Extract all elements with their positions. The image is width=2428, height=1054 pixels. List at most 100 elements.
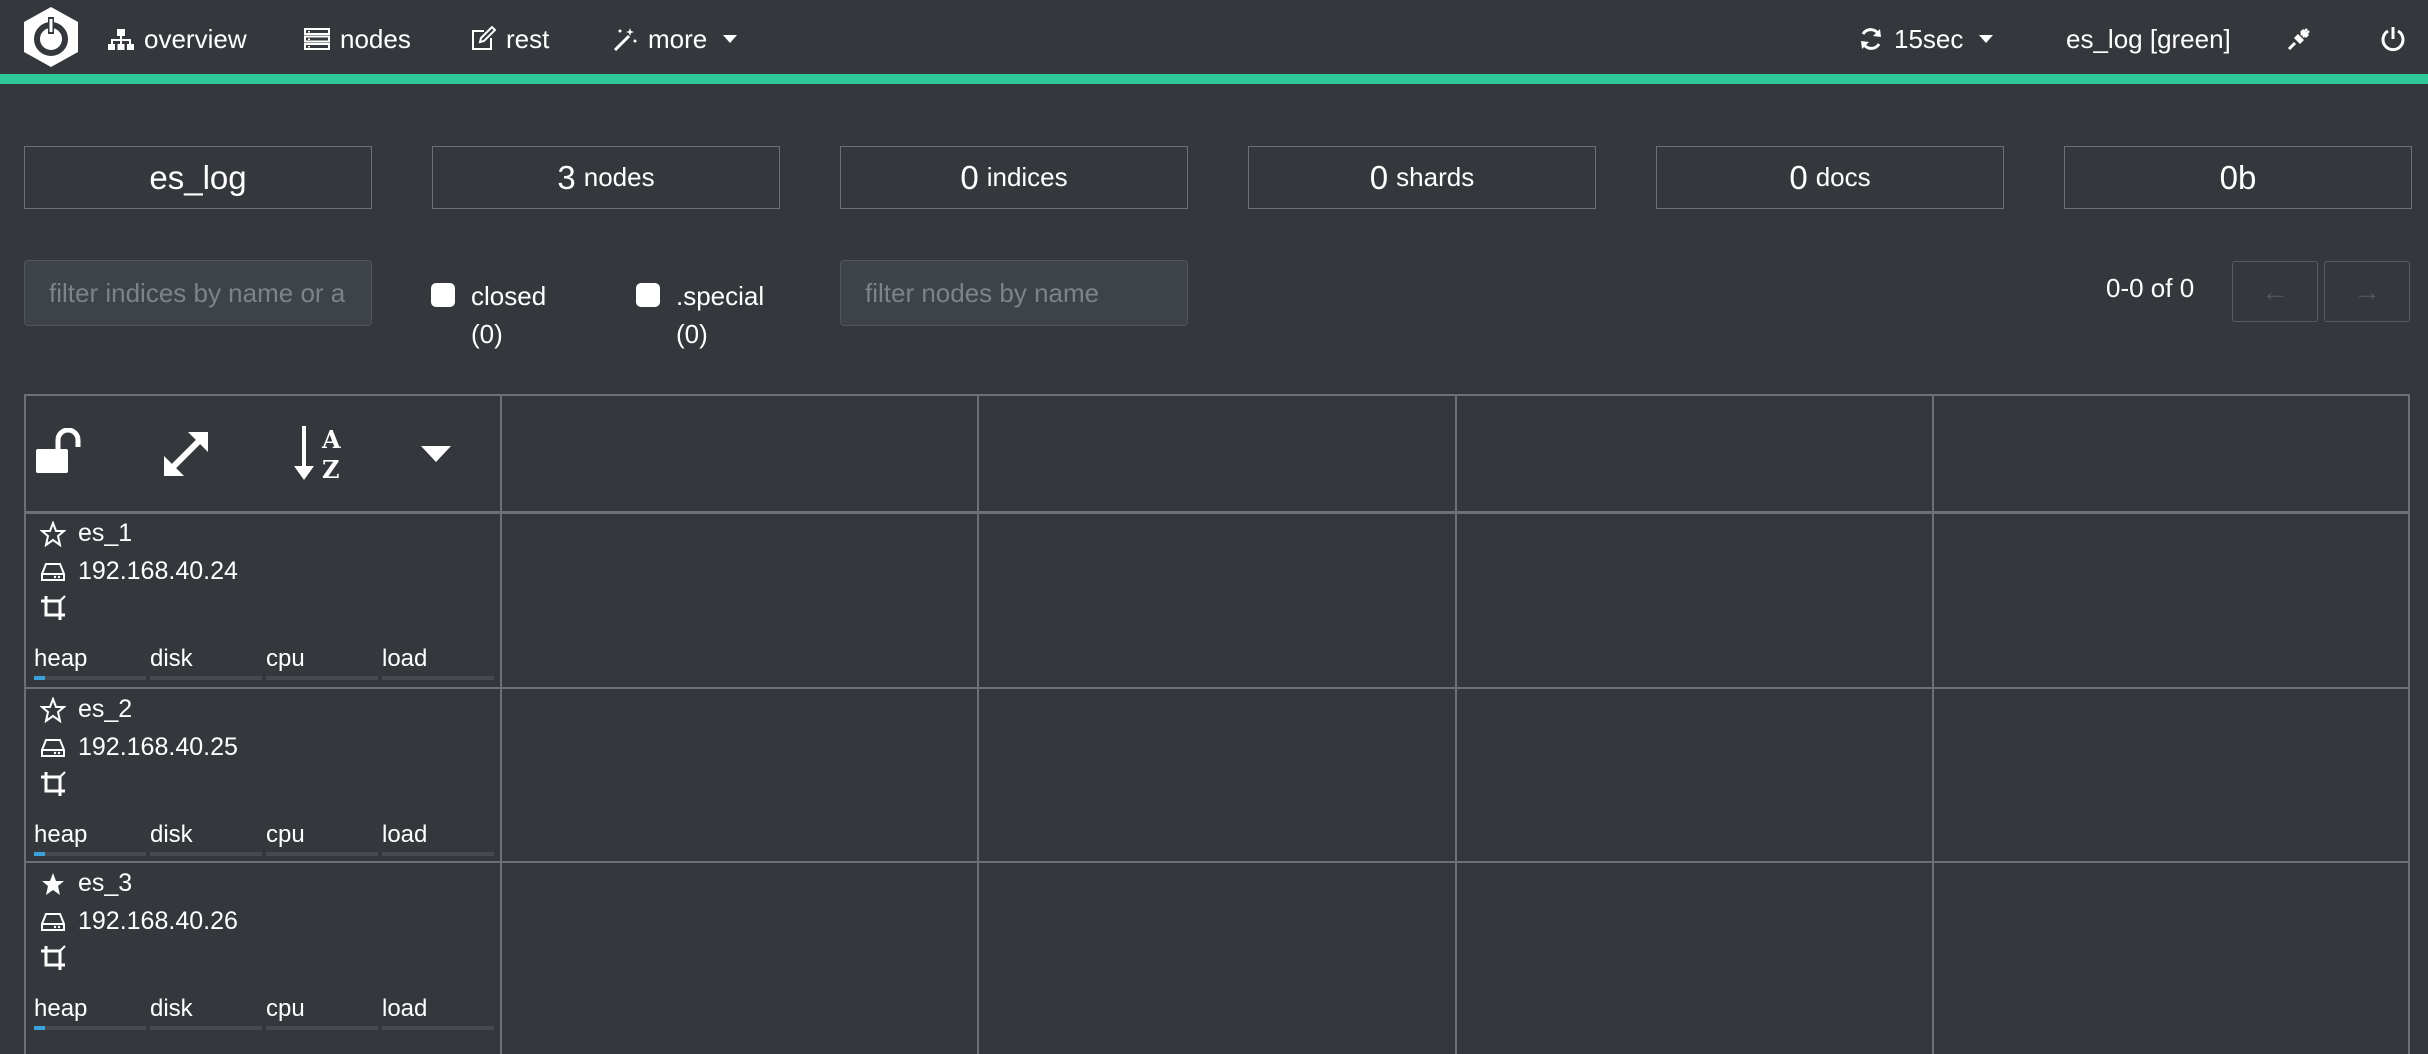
node-ip: 192.168.40.24 xyxy=(40,557,238,586)
indices-count-label: indices xyxy=(986,162,1068,192)
cluster-status[interactable]: es_log [green] xyxy=(2066,20,2231,58)
prev-page-button[interactable]: ← xyxy=(2232,261,2318,322)
expand-button[interactable] xyxy=(162,430,210,478)
metric-heap-label: heap xyxy=(34,995,88,1022)
metric-disk-bar xyxy=(150,1026,262,1030)
metric-load-label: load xyxy=(382,995,428,1022)
stat-size: 0b xyxy=(2064,146,2412,209)
closed-count: (0) xyxy=(471,319,503,349)
metric-load: load xyxy=(382,821,494,856)
closed-checkbox-group[interactable]: closed (0) xyxy=(431,277,546,353)
metric-heap-bar xyxy=(34,676,146,680)
node-actions-button[interactable] xyxy=(40,945,66,971)
server-icon xyxy=(304,28,330,50)
nav-rest-label: rest xyxy=(506,23,550,54)
metric-load-bar xyxy=(382,676,494,680)
chevron-down-icon xyxy=(421,446,451,462)
metric-heap-fill xyxy=(34,1026,46,1030)
metric-disk: disk xyxy=(150,645,262,680)
cluster-status-label: es_log [green] xyxy=(2066,23,2231,54)
metric-heap-bar xyxy=(34,852,146,856)
arrow-right-icon: → xyxy=(2353,275,2381,307)
nav-more-dropdown[interactable]: more xyxy=(612,20,739,58)
nav-nodes[interactable]: nodes xyxy=(304,20,411,58)
special-label: .special xyxy=(676,281,765,311)
pagination-info: 0-0 of 0 xyxy=(2106,273,2195,303)
cluster-grid: A Z es_1 192.168.40.24 heap disk cpu load es_2… xyxy=(24,394,2410,1054)
metric-load-bar xyxy=(382,852,494,856)
nav-overview[interactable]: overview xyxy=(108,20,247,58)
filter-nodes-input[interactable] xyxy=(840,260,1188,326)
stat-nodes: 3 nodes xyxy=(432,146,780,209)
nav-rest[interactable]: rest xyxy=(470,20,549,58)
node-actions-button[interactable] xyxy=(40,771,66,797)
metric-disk-bar xyxy=(150,676,262,680)
nav-more-label: more xyxy=(648,23,708,54)
metric-load-bar xyxy=(382,1026,494,1030)
metric-cpu-bar xyxy=(266,1026,378,1030)
star-master-icon xyxy=(42,872,64,895)
nav-nodes-label: nodes xyxy=(340,23,411,54)
metric-disk-label: disk xyxy=(150,995,193,1022)
node-name-link[interactable]: es_3 xyxy=(40,869,132,898)
node-name: es_3 xyxy=(78,869,133,897)
metric-heap: heap xyxy=(34,645,146,680)
node-row-es_2: es_2 192.168.40.25 heap disk cpu load xyxy=(24,689,500,863)
special-checkbox-group[interactable]: .special (0) xyxy=(636,277,764,353)
header-options-dropdown[interactable] xyxy=(418,442,454,466)
node-name: es_1 xyxy=(78,519,133,547)
crop-icon xyxy=(41,945,66,970)
power-button[interactable] xyxy=(2380,20,2406,58)
unlock-icon xyxy=(36,428,81,473)
next-page-button[interactable]: → xyxy=(2324,261,2410,322)
metric-cpu-bar xyxy=(266,676,378,680)
plug-icon xyxy=(2287,28,2310,51)
stat-docs: 0 docs xyxy=(1656,146,2004,209)
sort-by-name-button[interactable]: A Z xyxy=(292,424,348,482)
cluster-name-value: es_log xyxy=(149,158,247,196)
metric-heap-label: heap xyxy=(34,645,88,672)
stat-cluster-name: es_log xyxy=(24,146,372,209)
node-name-link[interactable]: es_1 xyxy=(40,519,132,548)
filter-indices-input[interactable] xyxy=(24,260,372,326)
stat-indices: 0 indices xyxy=(840,146,1188,209)
docs-count-label: docs xyxy=(1815,162,1871,192)
metric-heap-bar xyxy=(34,1026,146,1030)
closed-checkbox[interactable] xyxy=(431,283,455,307)
node-name-link[interactable]: es_2 xyxy=(40,695,132,724)
crop-icon xyxy=(41,771,66,796)
magic-wand-icon xyxy=(613,28,637,52)
nodes-count-value: 3 xyxy=(557,158,576,196)
arrow-left-icon: ← xyxy=(2261,275,2289,307)
metric-heap: heap xyxy=(34,995,146,1030)
stat-shards: 0 shards xyxy=(1248,146,1596,209)
hdd-icon xyxy=(41,912,65,931)
power-icon xyxy=(2381,27,2405,52)
node-ip-value: 192.168.40.24 xyxy=(78,557,238,585)
size-value: 0b xyxy=(2219,158,2257,196)
expand-arrows-icon xyxy=(164,432,208,476)
metric-disk: disk xyxy=(150,995,262,1030)
metric-cpu-label: cpu xyxy=(266,645,305,672)
node-actions-button[interactable] xyxy=(40,595,66,621)
crop-icon xyxy=(41,595,66,620)
cerebro-logo-icon[interactable] xyxy=(20,5,82,69)
docs-count-value: 0 xyxy=(1789,158,1808,196)
hdd-icon xyxy=(41,738,65,757)
disconnect-button[interactable] xyxy=(2286,20,2312,58)
shards-count-value: 0 xyxy=(1369,158,1389,196)
refresh-interval-dropdown[interactable]: 15sec xyxy=(1858,20,1995,58)
indices-count-value: 0 xyxy=(960,158,979,196)
node-ip-value: 192.168.40.26 xyxy=(78,907,238,935)
metric-load-label: load xyxy=(382,645,428,672)
special-checkbox[interactable] xyxy=(636,283,660,307)
edit-icon xyxy=(472,26,496,50)
metric-heap-fill xyxy=(34,852,46,856)
shards-count-label: shards xyxy=(1396,162,1475,192)
unlock-shards-button[interactable] xyxy=(34,428,84,476)
metric-cpu: cpu xyxy=(266,821,378,856)
sort-alpha-icon: A Z xyxy=(294,425,341,482)
node-ip-value: 192.168.40.25 xyxy=(78,733,238,761)
metric-cpu-bar xyxy=(266,852,378,856)
metric-load-label: load xyxy=(382,821,428,848)
